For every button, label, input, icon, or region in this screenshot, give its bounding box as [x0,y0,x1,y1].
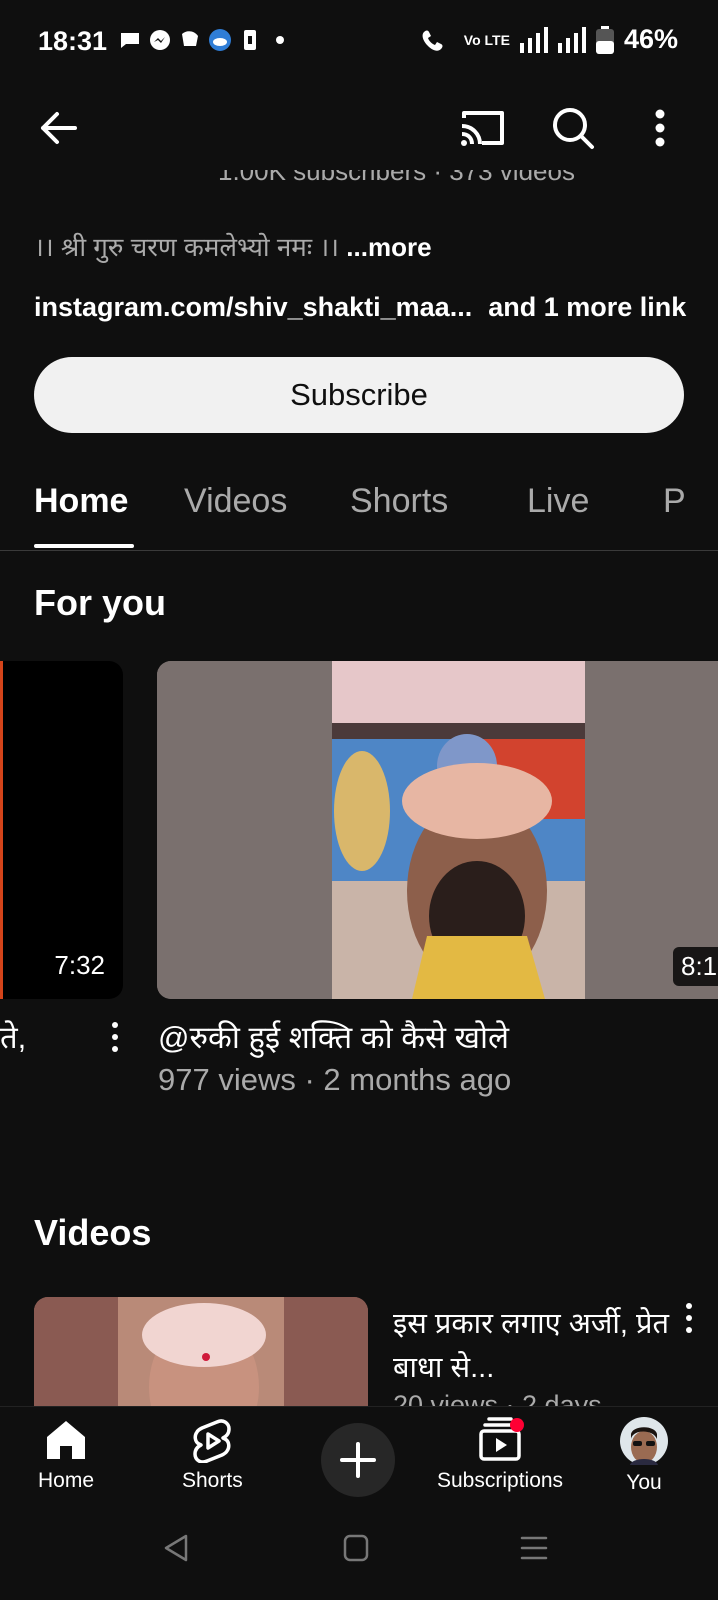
messenger-icon [150,30,170,50]
nav-shorts[interactable]: Shorts [182,1417,243,1493]
more-notifications-dot-icon [276,36,284,44]
weather-icon [209,29,231,51]
shorts-icon [193,1419,232,1463]
system-home-button[interactable] [340,1532,372,1569]
app-notification-icon [182,31,198,46]
duration-badge: 8:1 [673,947,718,986]
videos-item-title[interactable]: इस प्रकार लगाए अर्जी, प्रेत बाधा से... [393,1302,673,1390]
battery-icon [595,25,614,54]
create-button[interactable] [321,1423,395,1497]
channel-links[interactable]: instagram.com/shiv_shakti_maa... and 1 mo… [34,292,686,323]
back-button[interactable] [26,96,90,160]
notification-dot [510,1418,525,1432]
for-you-thumbnail-main[interactable]: 8:1 [157,661,718,999]
wifi-calling-icon [422,30,443,51]
videos-item-menu-icon[interactable] [684,1303,694,1333]
nav-home-label: Home [38,1469,95,1492]
for-you-thumbnail-left[interactable]: 7:32 [0,661,123,999]
nav-you-label: You [626,1471,662,1494]
status-bar: 18:31 Vo LTE 46% [0,0,718,84]
search-button[interactable] [541,96,605,160]
thumbnail-edge [0,661,3,999]
channel-tabs: Home Videos Shorts Live P [0,470,718,551]
main-video-meta: 977 views · 2 months ago [158,1062,512,1097]
subscribers-line: 1.00K subscribers · 373 videos [218,170,618,194]
nav-shorts-label: Shorts [182,1469,243,1492]
videos-heading: Videos [34,1212,152,1253]
channel-description[interactable]: ।। श्री गुरु चरण कमलेभ्यो नमः ।। ...more [34,228,432,264]
description-text: ।। श्री गुरु चरण कमलेभ्यो नमः ।। [34,232,340,262]
search-icon [553,108,594,149]
for-you-heading: For you [34,582,166,623]
signal-icon-1 [519,26,548,53]
videos-item-meta: 20 views · 2 days [393,1390,602,1406]
nav-subscriptions[interactable]: Subscriptions [437,1417,563,1493]
cast-button[interactable] [450,96,514,160]
notification-icons [118,28,292,52]
chat-icon [121,33,139,48]
triangle-back-icon [164,1534,188,1562]
square-home-icon [343,1534,369,1562]
more-links[interactable]: and 1 more link [488,292,686,322]
nav-home[interactable]: Home [38,1417,94,1493]
tab-live[interactable]: Live [527,482,589,521]
recents-icon [520,1536,548,1560]
back-arrow-icon [41,112,77,144]
subscribers-text: 1.00K subscribers · 373 videos [218,170,575,186]
more-options-button[interactable] [640,96,680,160]
nav-you[interactable]: You [620,1417,668,1495]
active-tab-indicator [34,544,134,548]
subscriptions-icon [479,1417,525,1461]
avatar [620,1417,668,1465]
more-vert-icon [655,109,665,147]
status-indicators: Vo LTE 46% [420,24,678,55]
tab-home[interactable]: Home [34,482,128,521]
bottom-navigation: Home Shorts Subscriptions You [0,1406,718,1511]
tab-videos[interactable]: Videos [184,482,287,521]
battery-percent: 46% [623,24,678,54]
status-time: 18:31 [38,26,108,56]
left-video-menu-icon[interactable] [110,1022,120,1052]
phone-notification-icon [244,30,256,50]
plus-icon [340,1442,376,1478]
tab-playlists[interactable]: P [663,482,686,521]
instagram-link[interactable]: instagram.com/shiv_shakti_maa... [34,292,472,322]
system-back-button[interactable] [160,1532,192,1569]
left-video-title[interactable]: ते, [0,1016,26,1058]
video-thumbnail-image [157,661,718,999]
main-video-title[interactable]: @रुकी हुई शक्ति को कैसे खोले [158,1016,509,1058]
duration-badge: 7:32 [46,946,113,985]
system-recents-button[interactable] [518,1532,550,1569]
signal-icon-2 [557,26,586,53]
description-more-link[interactable]: ...more [346,232,431,262]
volte-label: Vo LTE [463,31,510,48]
home-icon [47,1421,86,1459]
cast-icon [461,111,504,146]
subscribe-button[interactable]: Subscribe [34,357,684,433]
top-app-bar [0,96,718,168]
system-navigation-bar [0,1510,718,1600]
nav-subscriptions-label: Subscriptions [437,1469,564,1492]
tab-shorts[interactable]: Shorts [350,482,448,521]
